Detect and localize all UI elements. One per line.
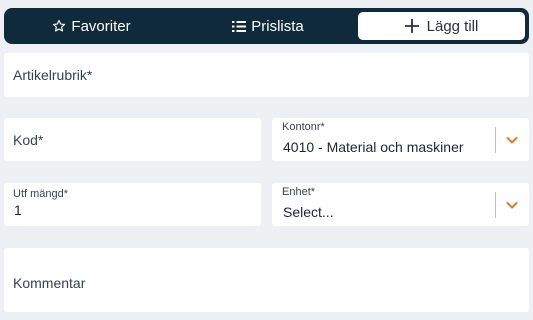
quantity-value: 1 [14, 202, 22, 218]
list-icon [232, 20, 247, 33]
unit-select[interactable]: Enhet* Select... [272, 183, 529, 226]
unit-value: Select... [283, 204, 334, 220]
quantity-field[interactable]: Utf mängd* 1 [4, 183, 261, 226]
tab-add[interactable]: Lägg till [358, 12, 525, 40]
tab-bar: Favoriter Prislista Lägg till [4, 8, 529, 44]
select-divider [495, 127, 496, 153]
account-select[interactable]: Kontonr* 4010 - Material och maskiner [272, 118, 529, 161]
tab-favorites-label: Favoriter [71, 17, 131, 35]
select-divider [495, 192, 496, 218]
article-title-field[interactable]: Artikelrubrik* [4, 53, 529, 97]
chevron-down-icon[interactable] [505, 198, 519, 212]
comment-field[interactable]: Kommentar [4, 248, 529, 312]
unit-label: Enhet* [282, 186, 316, 198]
tab-pricelist[interactable]: Prislista [179, 8, 357, 44]
comment-placeholder: Kommentar [13, 275, 86, 291]
account-value: 4010 - Material och maskiner [283, 139, 464, 155]
code-field[interactable]: Kod* [4, 118, 261, 161]
plus-icon [404, 19, 419, 33]
tab-add-label: Lägg till [426, 17, 479, 35]
account-label: Kontonr* [282, 121, 325, 133]
article-title-placeholder: Artikelrubrik* [13, 67, 93, 83]
star-icon [52, 19, 66, 33]
tab-favorites[interactable]: Favoriter [4, 8, 179, 44]
quantity-label: Utf mängd* [13, 188, 69, 200]
chevron-down-icon[interactable] [505, 133, 519, 147]
tab-pricelist-label: Prislista [251, 17, 304, 35]
code-placeholder: Kod* [13, 132, 44, 148]
